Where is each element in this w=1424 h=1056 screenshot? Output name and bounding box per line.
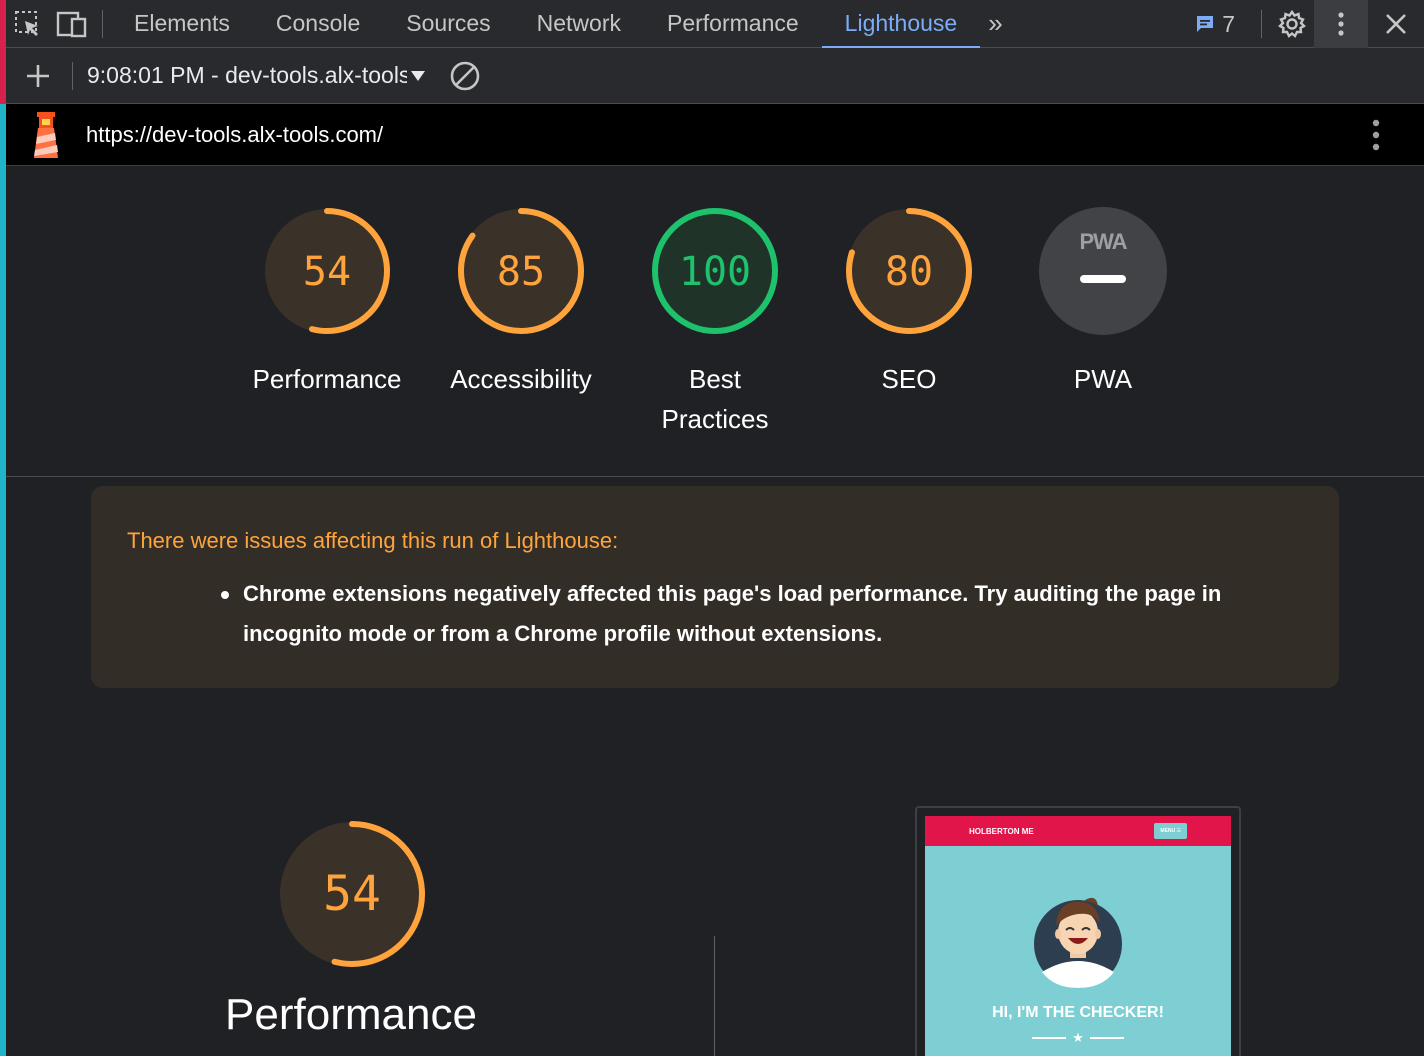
- avatar: [1034, 897, 1122, 988]
- gauge-label-line2: Practices: [661, 404, 769, 434]
- gauge-best-practices[interactable]: 100 Best Practices: [620, 205, 810, 439]
- gauge-score: 85: [497, 249, 545, 295]
- gauge-seo[interactable]: 80 SEO: [814, 205, 1004, 399]
- toolbar-separator: [102, 9, 103, 38]
- report-options-kebab-icon[interactable]: [1372, 118, 1380, 157]
- tab-network[interactable]: Network: [514, 0, 644, 48]
- category-gauges: 54 Performance 85 Accessibility 100 Best…: [6, 167, 1424, 477]
- toolbar-separator: [72, 61, 73, 90]
- inspect-element-icon[interactable]: [6, 0, 50, 48]
- screenshot-heading: HI, I'M THE CHECKER!: [992, 1004, 1164, 1021]
- warning-item: Chrome extensions negatively affected th…: [221, 574, 1303, 654]
- pwa-badge-text: PWA: [1079, 229, 1127, 254]
- devtools-tab-bar: Elements Console Sources Network Perform…: [6, 0, 1424, 49]
- more-tabs-button[interactable]: »: [980, 8, 1010, 39]
- issues-count: 7: [1222, 10, 1235, 37]
- screenshot-brand: HOLBERTON ME: [969, 826, 1034, 836]
- report-url[interactable]: https://dev-tools.alx-tools.com/: [86, 122, 383, 148]
- pwa-badge-icon: PWA: [1039, 207, 1167, 335]
- device-toolbar-icon[interactable]: [50, 0, 94, 48]
- close-devtools-icon[interactable]: [1368, 0, 1424, 48]
- clear-reports-block-icon[interactable]: [449, 60, 481, 92]
- section-divider: [714, 936, 715, 1056]
- tab-sources[interactable]: Sources: [383, 0, 513, 48]
- customize-devtools-kebab-icon[interactable]: [1314, 0, 1368, 48]
- report-selector[interactable]: 9:08:01 PM - dev-tools.alx-tools.com: [87, 62, 407, 89]
- tab-lighthouse[interactable]: Lighthouse: [821, 0, 981, 49]
- screenshot-menu-button: MENU ☰: [1154, 823, 1187, 839]
- lighthouse-toolbar: 9:08:01 PM - dev-tools.alx-tools.com: [6, 48, 1424, 104]
- issues-message-icon: [1197, 16, 1214, 32]
- gauge-performance[interactable]: 54 Performance: [232, 205, 422, 399]
- gauge-label: Accessibility: [450, 364, 592, 394]
- tab-elements[interactable]: Elements: [111, 0, 253, 48]
- toolbar-separator: [1261, 10, 1262, 38]
- performance-section-gauge[interactable]: 54: [276, 818, 428, 975]
- screenshot-star-divider: ★: [1032, 1030, 1124, 1045]
- gauge-label: Best Practices: [620, 359, 810, 439]
- tab-console[interactable]: Console: [253, 0, 383, 48]
- new-report-plus-icon[interactable]: [6, 52, 70, 100]
- gauge-label: SEO: [881, 364, 937, 394]
- performance-section-title: Performance: [225, 990, 477, 1039]
- gauge-score: 100: [679, 249, 751, 295]
- report-url-bar: https://dev-tools.alx-tools.com/: [6, 104, 1424, 166]
- report-dropdown-chevron-icon[interactable]: [411, 70, 425, 81]
- lighthouse-logo-icon: [28, 110, 64, 160]
- run-warnings-box: There were issues affecting this run of …: [91, 486, 1339, 688]
- gauge-label: Performance: [252, 364, 402, 394]
- warning-title: There were issues affecting this run of …: [127, 528, 619, 553]
- gauge-score: 80: [885, 249, 933, 295]
- gauge-accessibility[interactable]: 85 Accessibility: [426, 205, 616, 399]
- settings-gear-icon[interactable]: [1270, 0, 1314, 48]
- final-screenshot-thumbnail[interactable]: HOLBERTON ME MENU ☰ HI, I'M THE CHECKER!…: [915, 806, 1241, 1056]
- issues-counter-button[interactable]: 7: [1194, 11, 1253, 38]
- gauge-label-line1: Best: [688, 364, 742, 394]
- screenshot-header: HOLBERTON ME MENU ☰: [925, 816, 1231, 846]
- warning-list: Chrome extensions negatively affected th…: [221, 574, 1303, 654]
- gauge-score: 54: [303, 249, 351, 295]
- gauge-label: PWA: [1073, 364, 1133, 394]
- star-icon: ★: [1072, 1030, 1084, 1045]
- screenshot-page: HOLBERTON ME MENU ☰ HI, I'M THE CHECKER!…: [925, 816, 1231, 1056]
- gauge-pwa[interactable]: PWA PWA: [1008, 205, 1198, 399]
- gauge-score: 54: [323, 866, 381, 922]
- tab-performance[interactable]: Performance: [644, 0, 822, 48]
